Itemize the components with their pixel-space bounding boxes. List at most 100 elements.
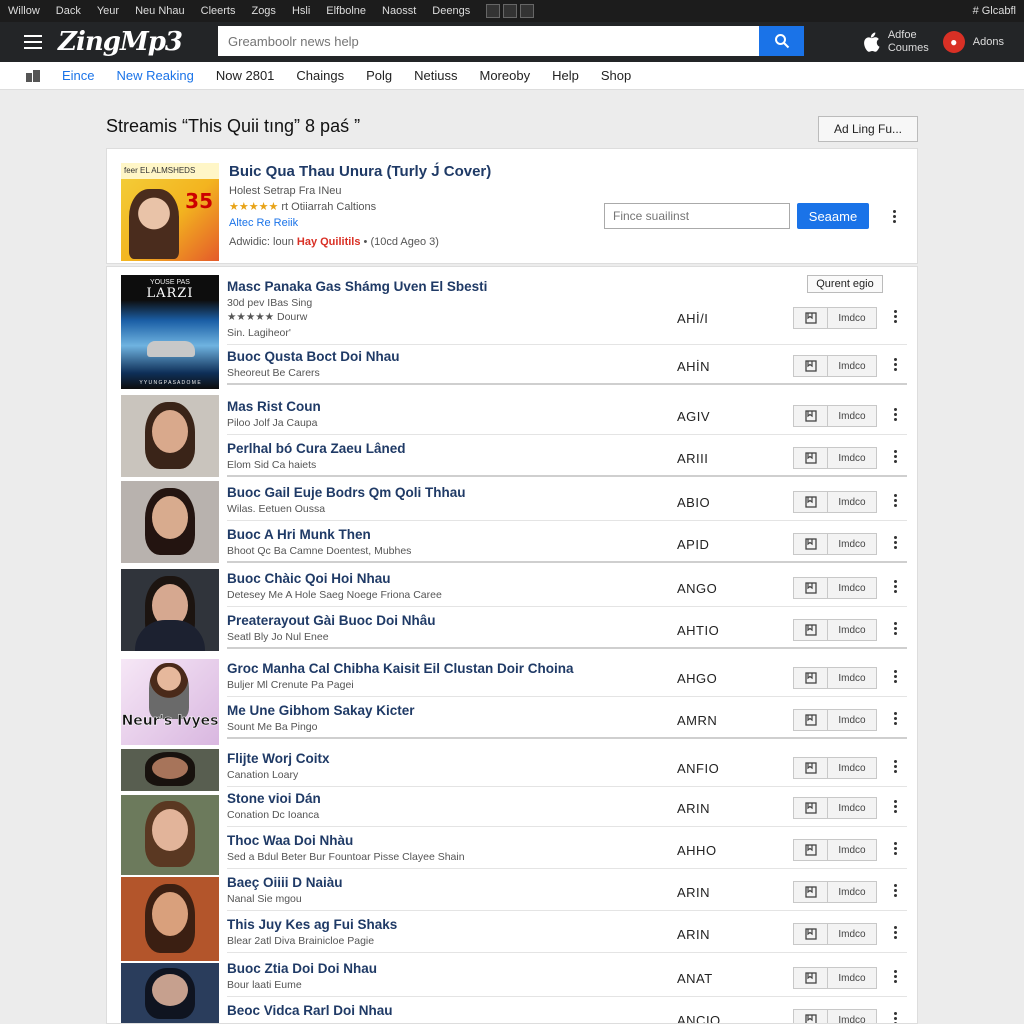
add-to-library-button[interactable] [794, 620, 828, 640]
track-title[interactable]: Buoc Gail Euje Bodrs Qm Qoli Thhau [227, 485, 466, 500]
system-menu-item[interactable]: Zogs [251, 5, 275, 17]
add-to-library-button[interactable] [794, 758, 828, 778]
add-to-library-button[interactable] [794, 882, 828, 902]
track-title[interactable]: Flijte Worj Coitx [227, 751, 330, 766]
track-row[interactable]: Perlhal bó Cura Zaeu Lâned Elom Sid Ca ha… [227, 437, 907, 477]
track-title[interactable]: Preaterayout Gài Buoc Doi Nhâu [227, 613, 436, 628]
more-options-icon[interactable] [893, 712, 897, 725]
more-options-icon[interactable] [893, 884, 897, 897]
track-control-label[interactable]: Imdco [828, 308, 876, 328]
grid-home-icon[interactable] [26, 69, 40, 82]
more-options-icon[interactable] [893, 926, 897, 939]
add-to-library-button[interactable] [794, 492, 828, 512]
track-thumbnail[interactable] [121, 749, 219, 791]
track-control-label[interactable]: Imdco [828, 840, 876, 860]
track-thumbnail[interactable] [121, 395, 219, 477]
add-to-library-button[interactable] [794, 924, 828, 944]
hamburger-menu-icon[interactable] [24, 35, 42, 49]
track-title[interactable]: This Juy Kes ag Fui Shaks [227, 917, 397, 932]
more-options-icon[interactable] [893, 622, 897, 635]
track-row[interactable]: Buoc Ztia Doi Doi Nhau Bour laati Eume ANA… [227, 957, 907, 997]
add-to-library-button[interactable] [794, 1010, 828, 1023]
window-square-icon[interactable] [503, 4, 518, 18]
more-options-icon[interactable] [893, 408, 897, 421]
nav-item[interactable]: Chaings [296, 68, 344, 83]
track-thumbnail[interactable] [121, 569, 219, 651]
featured-link[interactable]: Altec Re Reiik [229, 217, 298, 229]
track-row[interactable]: Thoc Waa Doi Nhàu Sed a Bdul Beter Bur Fo… [227, 829, 907, 869]
more-options-icon[interactable] [893, 670, 897, 683]
track-control-label[interactable]: Imdco [828, 798, 876, 818]
system-menu-item[interactable]: Neu Nhau [135, 5, 185, 17]
more-options-icon[interactable] [892, 210, 896, 223]
nav-item[interactable]: New Reaking [117, 68, 194, 83]
track-thumbnail[interactable]: Neur's Ivyes [121, 659, 219, 745]
track-control-label[interactable]: Imdco [828, 448, 876, 468]
add-to-library-button[interactable] [794, 668, 828, 688]
track-title[interactable]: Buoc A Hri Munk Then [227, 527, 371, 542]
track-thumbnail[interactable] [121, 481, 219, 563]
more-options-icon[interactable] [893, 494, 897, 507]
add-to-library-button[interactable] [794, 308, 828, 328]
track-title[interactable]: Stone vioi Dán [227, 791, 321, 806]
add-to-library-button[interactable] [794, 710, 828, 730]
window-square-icon[interactable] [486, 4, 501, 18]
more-options-icon[interactable] [893, 800, 897, 813]
track-row[interactable]: Buoc Chàic Qoi Hoi Nhau Detesey Me A Hole… [227, 567, 907, 607]
nav-item[interactable]: Shop [601, 68, 631, 83]
track-title[interactable]: Buoc Ztia Doi Doi Nhau [227, 961, 377, 976]
track-row[interactable]: Groc Manha Cal Chibha Kaisit Eil Clustan… [227, 657, 907, 697]
nav-item[interactable]: Eince [62, 68, 95, 83]
more-options-icon[interactable] [893, 450, 897, 463]
more-options-icon[interactable] [893, 358, 897, 371]
add-to-library-button[interactable] [794, 840, 828, 860]
track-control-label[interactable]: Imdco [828, 578, 876, 598]
add-to-library-button[interactable] [794, 578, 828, 598]
track-row[interactable]: This Juy Kes ag Fui Shaks Blear 2atl Diva… [227, 913, 907, 953]
track-thumbnail[interactable] [121, 963, 219, 1023]
track-row[interactable]: Buoc Gail Euje Bodrs Qm Qoli Thhau Wilas.… [227, 481, 907, 521]
track-thumbnail[interactable]: YOUSE PAS LARZI Y Y U N G P A S A D O M … [121, 275, 219, 389]
track-control-label[interactable]: Imdco [828, 620, 876, 640]
track-control-label[interactable]: Imdco [828, 710, 876, 730]
track-title[interactable]: Me Une Gibhom Sakay Kicter [227, 703, 415, 718]
system-menu-item[interactable]: Willow [8, 5, 40, 17]
track-control-label[interactable]: Imdco [828, 924, 876, 944]
system-menu-item[interactable]: Yeur [97, 5, 119, 17]
nav-item[interactable]: Now 2801 [216, 68, 275, 83]
track-row[interactable]: Flijte Worj Coitx Canation Loary ANFIO Imd… [227, 747, 907, 787]
more-options-icon[interactable] [893, 310, 897, 323]
search-input[interactable] [218, 26, 759, 56]
track-row[interactable]: Mas Rist Coun Piloo Jolf Ja Caupa AGIV Imd… [227, 395, 907, 435]
featured-action-button[interactable]: Seaame [797, 203, 869, 229]
nav-item[interactable]: Help [552, 68, 579, 83]
playlist-search-input[interactable] [604, 203, 790, 229]
track-control-label[interactable]: Imdco [828, 356, 876, 376]
track-control-label[interactable]: Imdco [828, 534, 876, 554]
track-title[interactable]: Thoc Waa Doi Nhàu [227, 833, 353, 848]
add-listing-button[interactable]: Ad Ling Fu... [818, 116, 918, 142]
add-to-library-button[interactable] [794, 798, 828, 818]
track-title[interactable]: Beoc Vidca Rarl Doi Nhau [227, 1003, 393, 1018]
track-title[interactable]: Buoc Chàic Qoi Hoi Nhau [227, 571, 391, 586]
nav-item[interactable]: Netiuss [414, 68, 457, 83]
more-options-icon[interactable] [893, 580, 897, 593]
system-menu-item[interactable]: Naosst [382, 5, 416, 17]
add-to-library-button[interactable] [794, 406, 828, 426]
meta-highlight[interactable]: Hay Quilitils [297, 236, 361, 248]
add-to-library-button[interactable] [794, 448, 828, 468]
system-menu-item[interactable]: Deengs [432, 5, 470, 17]
track-row[interactable]: Buoc Qusta Boct Doi Nhau Sheoreut Be Care… [227, 345, 907, 385]
more-options-icon[interactable] [893, 842, 897, 855]
more-options-icon[interactable] [893, 536, 897, 549]
more-options-icon[interactable] [893, 1012, 897, 1023]
system-menu-item[interactable]: Hsli [292, 5, 310, 17]
track-row[interactable]: Beoc Vidca Rarl Doi Nhau ANCIO Imdco [227, 999, 907, 1023]
featured-title[interactable]: Buic Qua Thau Unura (Turly J́ Cover) [229, 163, 491, 180]
track-control-label[interactable]: Imdco [828, 406, 876, 426]
add-to-library-button[interactable] [794, 356, 828, 376]
track-row[interactable]: Me Une Gibhom Sakay Kicter Sount Me Ba Pi… [227, 699, 907, 739]
nav-item[interactable]: Polg [366, 68, 392, 83]
track-control-label[interactable]: Imdco [828, 758, 876, 778]
track-row[interactable]: Buoc A Hri Munk Then Bhoot Qc Ba Camne Do… [227, 523, 907, 563]
